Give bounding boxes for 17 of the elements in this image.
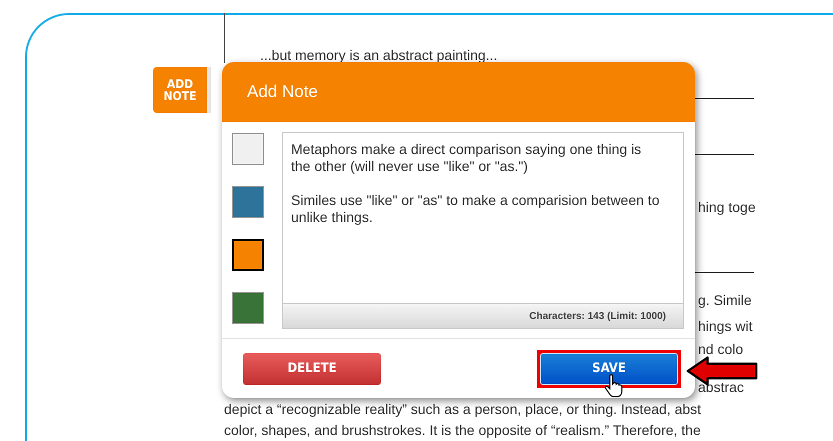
color-swatch[interactable]: [232, 292, 264, 324]
color-swatch[interactable]: [232, 239, 264, 271]
character-count: Characters: 143 (Limit: 1000): [529, 310, 666, 322]
note-editor[interactable]: Metaphors make a direct comparison saying one thing is the other (will never use "like" or "as.") Similes use "like" or "as" to make a comparision between to unlike things. Characters: 143 (Limit: 1000): [282, 132, 684, 329]
body-text: ...but memory is an abstract painting...: [260, 47, 498, 63]
body-text: color, shapes, and brushstrokes. It is the opposite of “realism.” Therefore, the: [224, 422, 701, 438]
body-text: abstrac: [698, 379, 744, 395]
body-text: g. Simile: [698, 292, 752, 308]
delete-button[interactable]: DELETE: [243, 352, 381, 384]
body-text: hings wit: [698, 318, 752, 334]
color-swatch[interactable]: [232, 133, 264, 165]
save-button[interactable]: SAVE: [540, 352, 678, 384]
body-text: depict a “recognizable reality” such as a person, place, or thing. Instead, abst: [224, 401, 702, 417]
body-text: hing toge: [698, 199, 756, 215]
body-text: nd colo: [698, 341, 744, 357]
dialog-title: Add Note: [247, 82, 318, 102]
color-swatch[interactable]: [232, 186, 264, 218]
